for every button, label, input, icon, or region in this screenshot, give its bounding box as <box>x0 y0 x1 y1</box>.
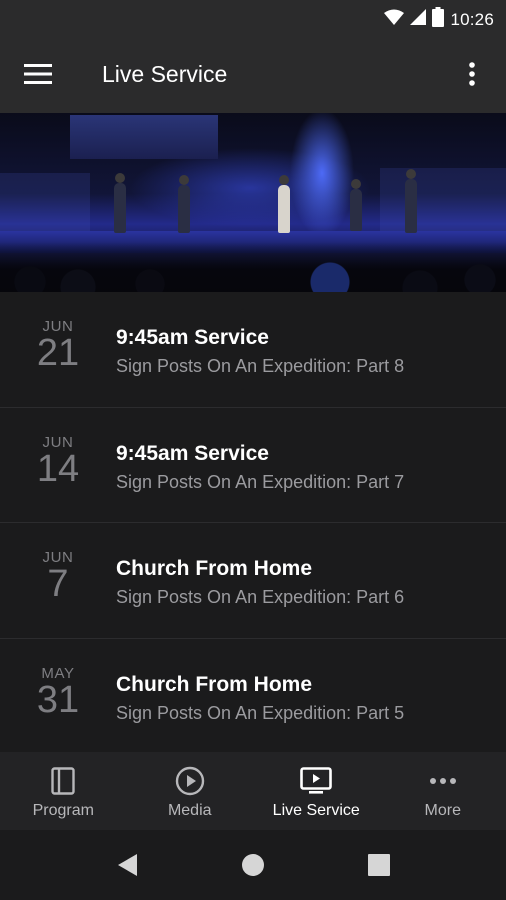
service-title: 9:45am Service <box>116 326 269 349</box>
page-title: Live Service <box>102 61 228 87</box>
home-circle-icon <box>241 853 265 882</box>
stage-wall-panel <box>380 168 506 231</box>
stage-wall-panel <box>0 173 90 231</box>
nav-item-more[interactable]: More <box>380 752 506 830</box>
service-subtitle: Sign Posts On An Expedition: Part 7 <box>116 471 405 492</box>
more-horizontal-icon <box>427 766 459 796</box>
hamburger-menu-icon <box>24 63 52 89</box>
performer <box>114 173 126 233</box>
date-day: 7 <box>47 563 69 605</box>
book-icon <box>47 766 79 796</box>
more-vertical-icon <box>469 61 475 91</box>
live-tv-icon <box>300 766 333 796</box>
date-day: 31 <box>36 678 80 721</box>
date-day: 14 <box>36 447 80 490</box>
list-item[interactable]: MAY 31 Church From Home Sign Posts On An… <box>0 639 506 754</box>
date-badge: MAY 31 <box>22 665 94 719</box>
performer <box>405 169 417 233</box>
nav-label: Program <box>32 802 94 819</box>
back-button[interactable] <box>112 852 142 882</box>
status-icons: 10:26 <box>384 7 494 32</box>
nav-item-media[interactable]: Media <box>127 752 254 830</box>
status-time: 10:26 <box>450 9 494 29</box>
recents-button[interactable] <box>364 852 394 882</box>
performer <box>178 175 190 233</box>
date-badge: JUN 7 <box>22 549 94 603</box>
battery-icon <box>432 7 445 32</box>
date-badge: JUN 14 <box>22 434 94 488</box>
overflow-menu-button[interactable] <box>452 56 492 96</box>
nav-label: Live Service <box>272 802 360 819</box>
nav-label: More <box>424 802 461 819</box>
nav-item-live-service[interactable]: Live Service <box>253 752 380 830</box>
app-bar: Live Service <box>0 37 506 113</box>
stage-screen <box>70 115 218 159</box>
list-item[interactable]: JUN 14 9:45am Service Sign Posts On An E… <box>0 408 506 523</box>
nav-item-program[interactable]: Program <box>0 752 127 830</box>
service-title: Church From Home <box>116 672 313 696</box>
cell-signal-icon <box>410 9 427 30</box>
live-service-hero-image[interactable] <box>0 113 506 292</box>
list-item[interactable]: JUN 21 9:45am Service Sign Posts On An E… <box>0 292 506 408</box>
service-list: JUN 21 9:45am Service Sign Posts On An E… <box>0 292 506 754</box>
service-subtitle: Sign Posts On An Expedition: Part 6 <box>116 587 405 607</box>
performer <box>278 175 290 233</box>
system-navigation-bar <box>0 830 506 900</box>
wifi-icon <box>384 9 405 30</box>
service-title: 9:45am Service <box>116 441 269 465</box>
status-bar: 10:26 <box>0 0 506 37</box>
audience-silhouettes <box>0 242 506 292</box>
back-triangle-icon <box>116 853 138 882</box>
play-circle-icon <box>174 766 206 796</box>
nav-label: Media <box>167 802 212 819</box>
date-day: 21 <box>36 332 80 374</box>
home-button[interactable] <box>238 852 268 882</box>
service-subtitle: Sign Posts On An Expedition: Part 8 <box>116 356 405 376</box>
service-title: Church From Home <box>116 557 313 580</box>
bottom-navigation: Program Media Live Service More <box>0 752 506 830</box>
recents-square-icon <box>368 853 390 881</box>
service-subtitle: Sign Posts On An Expedition: Part 5 <box>116 702 405 723</box>
menu-button[interactable] <box>18 56 58 96</box>
date-badge: JUN 21 <box>22 318 94 372</box>
performer <box>350 179 362 231</box>
list-item[interactable]: JUN 7 Church From Home Sign Posts On An … <box>0 523 506 639</box>
